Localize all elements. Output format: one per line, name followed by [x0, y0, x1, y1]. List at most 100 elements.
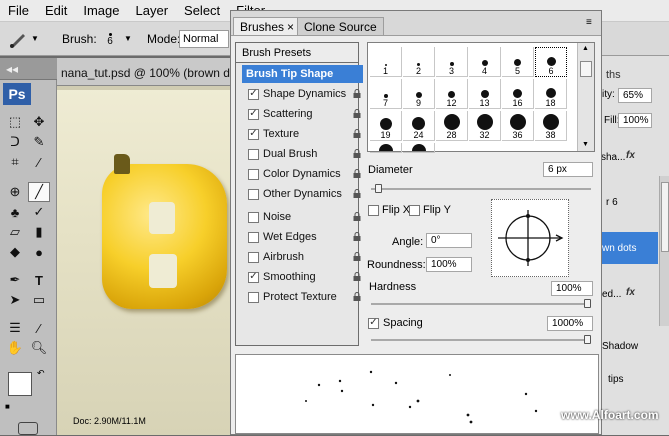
diameter-field[interactable]: 6 px	[543, 162, 593, 177]
spacing-checkbox[interactable]: ✓	[368, 317, 379, 329]
scroll-down-icon[interactable]: ▼	[582, 141, 589, 148]
brush-tool-icon[interactable]	[8, 29, 30, 49]
tip-grid-scrollbar[interactable]: ▲ ▼	[577, 43, 594, 151]
menu-select[interactable]: Select	[176, 3, 228, 18]
tab-brushes[interactable]: Brushes ×	[233, 17, 302, 35]
option-checkbox[interactable]: ✓	[248, 108, 259, 120]
option-checkbox[interactable]	[248, 291, 259, 303]
lock-icon[interactable]	[353, 272, 361, 281]
lock-icon[interactable]	[353, 89, 361, 98]
move-tool-icon[interactable]: ✥	[28, 112, 50, 132]
menu-layer[interactable]: Layer	[128, 3, 177, 18]
lock-icon[interactable]	[353, 292, 361, 301]
scroll-up-icon[interactable]: ▲	[582, 45, 589, 52]
tab-clone-source[interactable]: Clone Source	[297, 17, 384, 35]
brush-tip-partial[interactable]	[403, 143, 435, 153]
option-checkbox[interactable]: ✓	[248, 88, 259, 100]
brush-option-airbrush[interactable]: Airbrush	[242, 248, 363, 266]
brush-tip-6[interactable]: 6	[535, 47, 567, 77]
menu-file[interactable]: File	[0, 3, 37, 18]
lock-icon[interactable]	[353, 232, 361, 241]
eyedropper-tool-icon[interactable]: ⁄	[28, 152, 50, 172]
shape-tool-icon[interactable]: ▭	[28, 290, 50, 310]
hardness-slider-knob[interactable]	[584, 299, 591, 308]
spacing-control[interactable]: ✓ Spacing	[368, 317, 423, 329]
lock-icon[interactable]	[353, 189, 361, 198]
pen-tool-icon[interactable]: ✒	[4, 270, 26, 290]
layers-scroll-thumb[interactable]	[661, 182, 669, 252]
brush-tip-7[interactable]: 7	[370, 79, 402, 109]
lasso-tool-icon[interactable]: ᑐ	[4, 132, 26, 152]
layer-row-sha[interactable]: sha...	[601, 152, 625, 163]
layer-row-ed[interactable]: ed...	[602, 289, 621, 300]
healing-tool-icon[interactable]: ⊕	[4, 182, 26, 202]
hardness-field[interactable]: 100%	[551, 281, 593, 296]
document-tab[interactable]: nana_tut.psd @ 100% (brown dot	[57, 58, 240, 86]
lock-icon[interactable]	[353, 212, 361, 221]
blur-tool-icon[interactable]: ◆	[4, 242, 26, 262]
panel-menu-icon[interactable]: ≡	[586, 17, 592, 28]
tool-preset-arrow-icon[interactable]: ▼	[31, 34, 39, 43]
brush-tip-16[interactable]: 16	[502, 79, 534, 109]
option-checkbox[interactable]	[248, 188, 259, 200]
dodge-tool-icon[interactable]: ●	[28, 242, 50, 262]
brush-option-brush-tip-shape[interactable]: Brush Tip Shape	[242, 65, 363, 83]
brush-tip-24[interactable]: 24	[403, 111, 435, 141]
ps-logo[interactable]: Ps	[3, 83, 31, 105]
zoom-tool-icon[interactable]: 🔍︎	[28, 338, 50, 358]
menu-image[interactable]: Image	[75, 3, 127, 18]
option-checkbox[interactable]	[248, 211, 259, 223]
brush-tip-partial[interactable]	[370, 143, 402, 153]
history-brush-icon[interactable]: ✓	[28, 202, 50, 222]
notes-tool-icon[interactable]: ☰	[4, 318, 26, 338]
menu-edit[interactable]: Edit	[37, 3, 75, 18]
brush-tip-38[interactable]: 38	[535, 111, 567, 141]
option-checkbox[interactable]	[248, 231, 259, 243]
hardness-slider[interactable]	[371, 303, 591, 305]
lock-icon[interactable]	[353, 252, 361, 261]
option-checkbox[interactable]: ✓	[248, 128, 259, 140]
brush-tip-12[interactable]: 12	[436, 79, 468, 109]
brush-option-scattering[interactable]: ✓ Scattering	[242, 105, 363, 123]
brush-option-dual-brush[interactable]: Dual Brush	[242, 145, 363, 163]
brush-picker[interactable]: 6	[98, 27, 122, 53]
hand-tool-icon[interactable]: ✋	[4, 338, 26, 358]
option-checkbox[interactable]	[248, 148, 259, 160]
layer-row-brown-dots-selected[interactable]: wn dots	[602, 232, 658, 264]
fill-field[interactable]: 100%	[618, 113, 652, 128]
brush-option-color-dynamics[interactable]: Color Dynamics	[242, 165, 363, 183]
brush-option-protect-texture[interactable]: Protect Texture	[242, 288, 363, 306]
brush-tip-9[interactable]: 9	[403, 79, 435, 109]
angle-field[interactable]: 0°	[426, 233, 472, 248]
marquee-tool-icon[interactable]: ⬚	[4, 112, 26, 132]
quick-mask-icon[interactable]	[18, 422, 38, 435]
flip-y-control[interactable]: Flip Y	[409, 204, 451, 216]
brush-tip-18[interactable]: 18	[535, 79, 567, 109]
foreground-color[interactable]	[8, 372, 32, 396]
brush-option-wet-edges[interactable]: Wet Edges	[242, 228, 363, 246]
type-tool-icon[interactable]: T	[28, 270, 50, 290]
lock-icon[interactable]	[353, 129, 361, 138]
brush-tip-32[interactable]: 32	[469, 111, 501, 141]
quick-select-tool-icon[interactable]: ✎	[28, 132, 50, 152]
brush-option-smoothing[interactable]: ✓ Smoothing	[242, 268, 363, 286]
spacing-field[interactable]: 1000%	[547, 316, 593, 331]
brush-tip-3[interactable]: 3	[436, 47, 468, 77]
flip-x-checkbox[interactable]	[368, 204, 379, 216]
effect-shadow[interactable]: Shadow	[602, 341, 638, 352]
swap-colors-icon[interactable]: ↶	[37, 368, 45, 379]
eraser-tool-icon[interactable]: ▱	[4, 222, 26, 242]
option-checkbox[interactable]: ✓	[248, 271, 259, 283]
default-colors-icon[interactable]: ■	[5, 402, 10, 411]
brush-tip-28[interactable]: 28	[436, 111, 468, 141]
mode-select[interactable]: Normal	[179, 30, 229, 48]
roundness-field[interactable]: 100%	[426, 257, 472, 272]
brush-presets-item[interactable]: Brush Presets	[236, 43, 358, 63]
flip-x-control[interactable]: Flip X	[368, 204, 410, 216]
flip-y-checkbox[interactable]	[409, 204, 420, 216]
close-tab-icon[interactable]: ×	[287, 20, 294, 34]
option-checkbox[interactable]	[248, 251, 259, 263]
opacity-field[interactable]: 65%	[618, 88, 652, 103]
brush-angle-preview[interactable]	[491, 199, 569, 277]
brush-option-texture[interactable]: ✓ Texture	[242, 125, 363, 143]
